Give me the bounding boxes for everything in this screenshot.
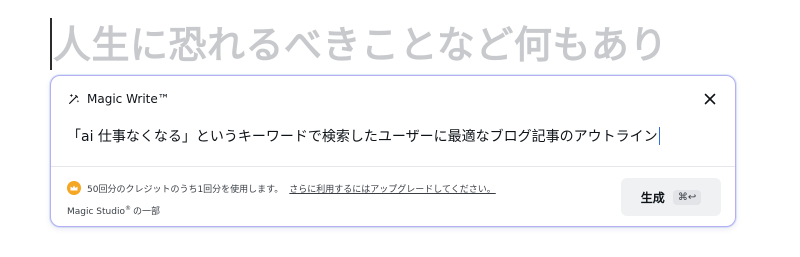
- close-icon: [704, 93, 716, 105]
- magic-write-panel: Magic Write™ 「ai 仕事なくなる」というキーワードで検索したユーザ…: [50, 75, 736, 227]
- generate-button[interactable]: 生成 ⌘↩: [621, 178, 721, 216]
- magic-wand-icon: [69, 93, 80, 104]
- credit-usage-text: 50回分のクレジットのうち1回分を使用します。: [87, 184, 284, 195]
- magic-studio-note: Magic Studio ® の一部: [67, 204, 496, 217]
- prompt-input[interactable]: 「ai 仕事なくなる」というキーワードで検索したユーザーに最適なブログ記事のアウ…: [67, 126, 658, 146]
- panel-header: Magic Write™: [67, 92, 170, 106]
- prompt-text-cursor: [658, 127, 661, 145]
- generate-button-label: 生成: [640, 190, 665, 205]
- panel-title: Magic Write™: [87, 92, 170, 106]
- registered-mark: ®: [124, 205, 131, 212]
- document-text-cursor: [50, 18, 52, 70]
- magic-studio-name: Magic Studio: [67, 207, 125, 217]
- upgrade-link[interactable]: さらに利用するにはアップグレードしてください。: [289, 182, 495, 195]
- panel-divider: [51, 166, 735, 167]
- credit-usage-row: 50回分のクレジットのうち1回分を使用します。 さらに利用するにはアップグレード…: [67, 180, 496, 196]
- crown-icon: [67, 181, 81, 195]
- document-heading-text[interactable]: 人生に恐れるべきことなど何もあり: [53, 18, 668, 72]
- keyboard-shortcut-badge: ⌘↩: [672, 189, 702, 205]
- panel-footer-info: 50回分のクレジットのうち1回分を使用します。 さらに利用するにはアップグレード…: [67, 180, 496, 217]
- magic-studio-suffix: の一部: [132, 207, 160, 217]
- prompt-field[interactable]: 「ai 仕事なくなる」というキーワードで検索したユーザーに最適なブログ記事のアウ…: [67, 124, 715, 148]
- close-button[interactable]: [699, 88, 721, 110]
